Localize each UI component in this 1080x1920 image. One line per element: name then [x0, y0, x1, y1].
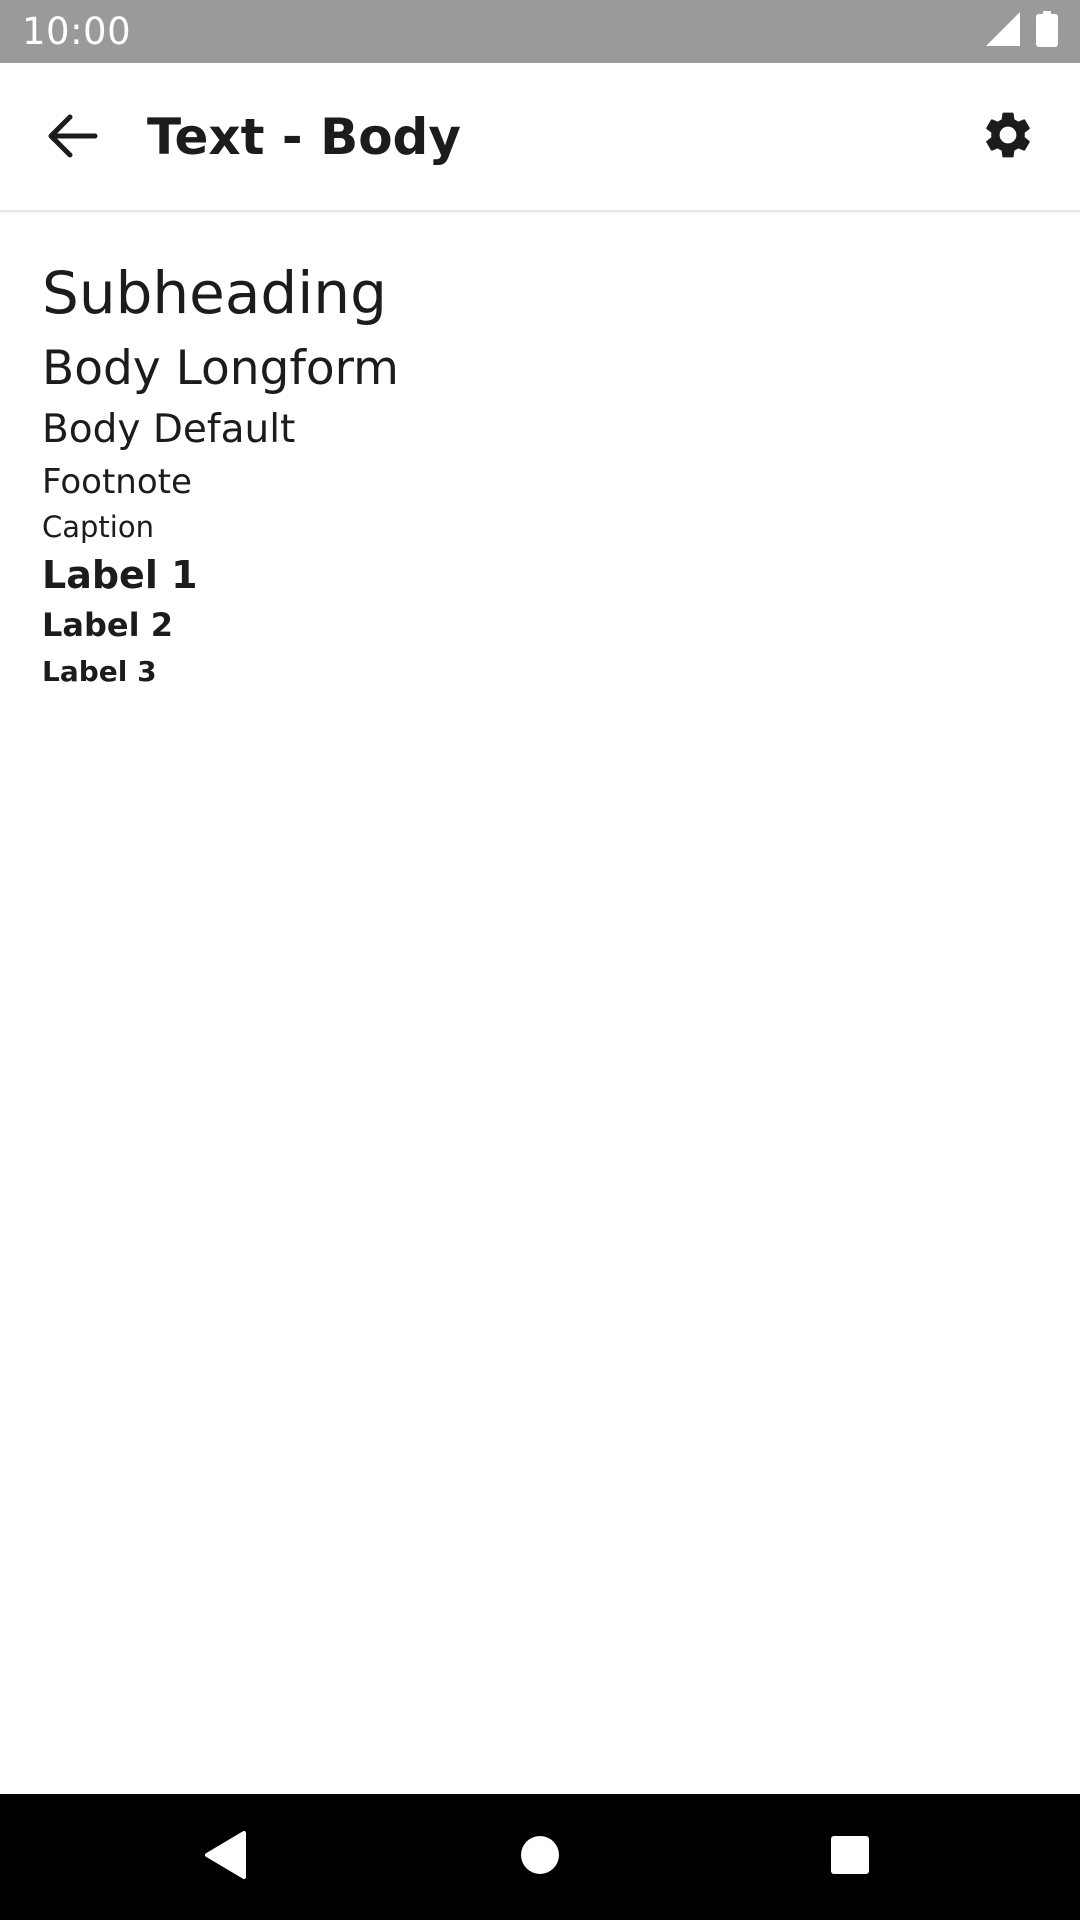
nav-recents-button[interactable] — [820, 1827, 880, 1887]
app-bar: Text - Body — [0, 63, 1080, 212]
sample-body-longform: Body Longform — [42, 341, 399, 396]
sample-label-2: Label 2 — [42, 606, 173, 644]
page-title: Text - Body — [147, 108, 461, 166]
nav-back-icon — [204, 1831, 248, 1883]
back-button[interactable] — [38, 103, 108, 173]
sample-label-3: Label 3 — [42, 655, 157, 688]
battery-icon — [1036, 11, 1058, 51]
sample-body-default: Body Default — [42, 407, 296, 452]
nav-home-button[interactable] — [510, 1827, 570, 1887]
status-icons — [986, 11, 1058, 51]
settings-button[interactable] — [972, 101, 1044, 173]
status-time: 10:00 — [22, 10, 132, 53]
nav-back-button[interactable] — [196, 1827, 256, 1887]
sample-subheading: Subheading — [42, 259, 387, 327]
nav-home-icon — [520, 1835, 560, 1879]
system-nav-bar — [0, 1794, 1080, 1920]
arrow-back-icon — [48, 114, 98, 162]
sample-footnote: Footnote — [42, 462, 192, 502]
nav-recents-icon — [830, 1835, 870, 1879]
sample-caption: Caption — [42, 510, 154, 544]
gear-icon — [980, 107, 1036, 167]
cell-signal-icon — [986, 12, 1020, 50]
sample-label-1: Label 1 — [42, 553, 198, 597]
status-bar: 10:00 — [0, 0, 1080, 63]
